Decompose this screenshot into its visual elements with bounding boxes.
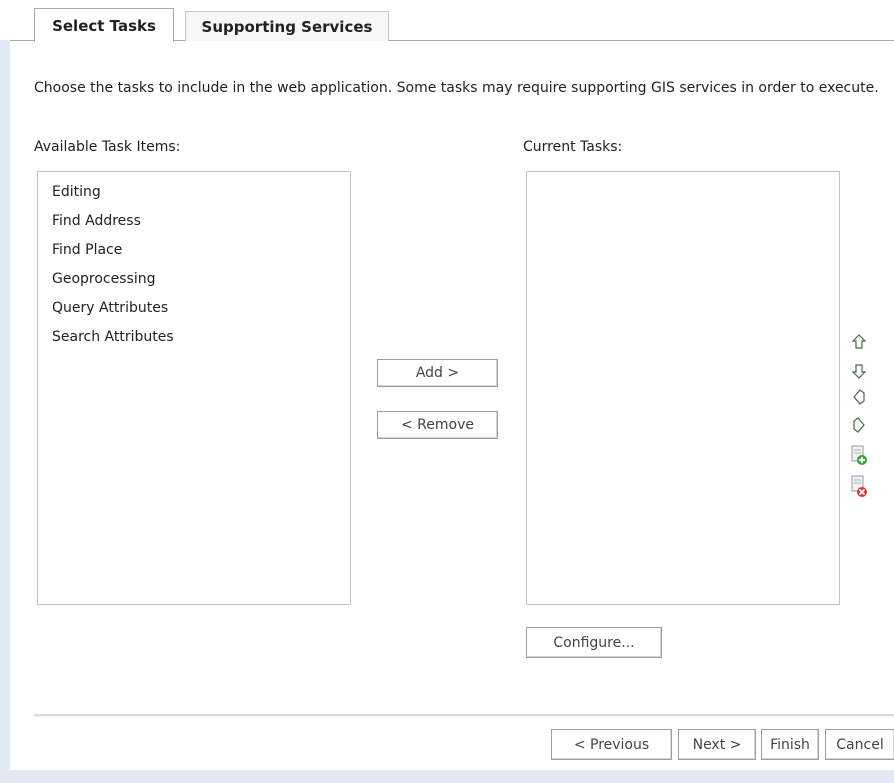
tab-label: Supporting Services: [201, 17, 373, 36]
move-up-icon[interactable]: [851, 333, 867, 351]
configure-button[interactable]: Configure...: [526, 627, 662, 658]
list-item[interactable]: Find Address: [38, 207, 350, 236]
bottom-margin-strip: [10, 770, 894, 783]
add-button[interactable]: Add >: [377, 359, 498, 387]
finish-button[interactable]: Finish: [761, 729, 819, 760]
available-items-label: Available Task Items:: [34, 139, 181, 155]
list-item[interactable]: Find Place: [38, 236, 350, 265]
previous-button[interactable]: < Previous: [551, 729, 672, 760]
tab-label: Select Tasks: [52, 16, 156, 35]
left-margin-strip: [0, 40, 10, 783]
list-item[interactable]: Query Attributes: [38, 294, 350, 323]
list-item[interactable]: Search Attributes: [38, 323, 350, 352]
instructions-text: Choose the tasks to include in the web a…: [34, 80, 879, 96]
available-items-list[interactable]: Editing Find Address Find Place Geoproce…: [37, 171, 351, 605]
current-tasks-list[interactable]: [526, 171, 840, 605]
tab-select-tasks[interactable]: Select Tasks: [34, 8, 174, 42]
tab-supporting-services[interactable]: Supporting Services: [185, 11, 389, 41]
footer-divider: [34, 714, 894, 717]
list-item[interactable]: Editing: [38, 178, 350, 207]
next-button[interactable]: Next >: [678, 729, 756, 760]
list-item[interactable]: Geoprocessing: [38, 265, 350, 294]
current-tasks-label: Current Tasks:: [523, 139, 623, 155]
remove-button[interactable]: < Remove: [377, 411, 498, 439]
move-down-icon[interactable]: [851, 362, 867, 380]
add-task-icon[interactable]: [851, 444, 867, 466]
move-left-icon[interactable]: [851, 388, 867, 406]
cancel-button[interactable]: Cancel: [825, 729, 894, 760]
move-right-icon[interactable]: [851, 416, 867, 434]
remove-task-icon[interactable]: [851, 474, 867, 498]
